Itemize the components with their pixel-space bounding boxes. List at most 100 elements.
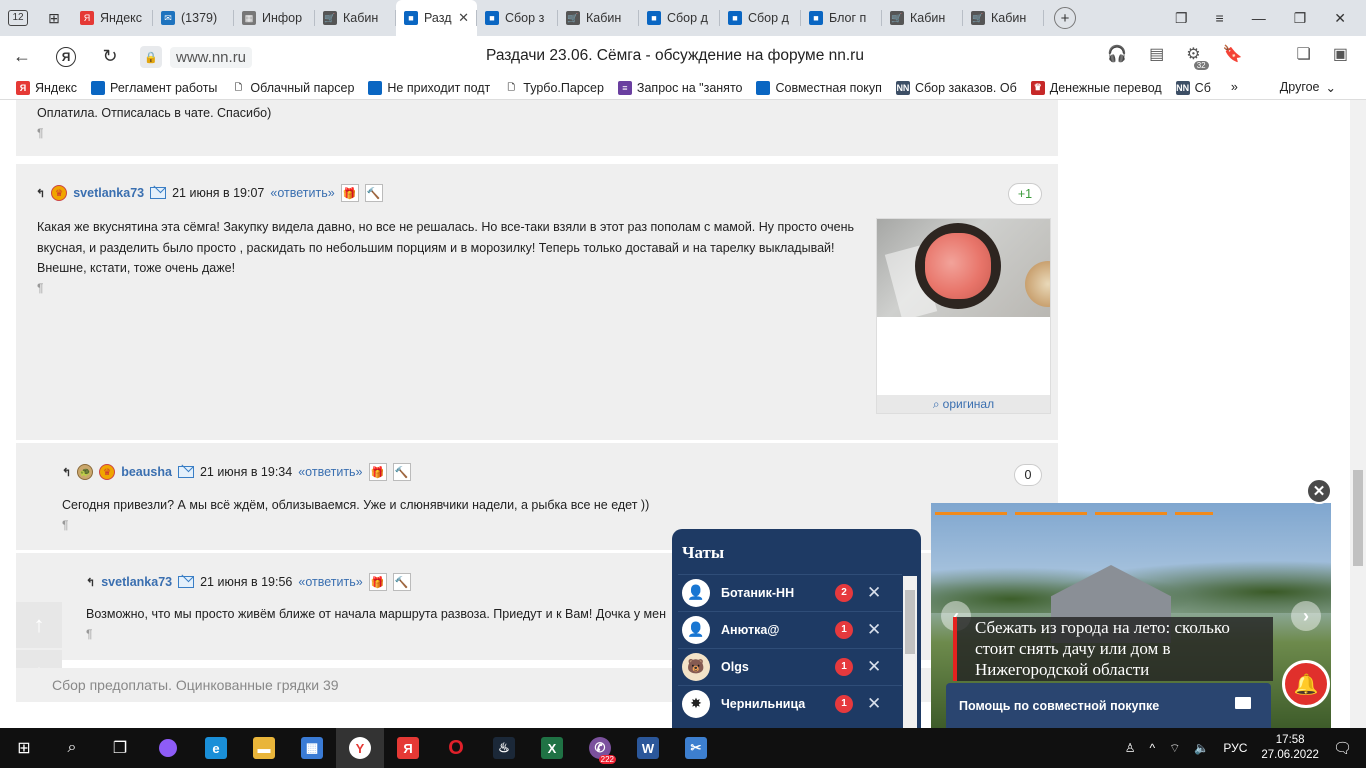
headphones-icon[interactable]: 🎧: [1107, 44, 1127, 64]
post-3-reply[interactable]: «ответить»: [298, 575, 362, 589]
post-2-rating[interactable]: 0: [1014, 464, 1042, 486]
tab-menu-icon[interactable]: ⊞: [36, 0, 72, 36]
tab-label[interactable]: Сбор з: [505, 11, 550, 25]
viber-icon[interactable]: ✆ 222: [576, 728, 624, 768]
close-icon[interactable]: ✕: [867, 583, 881, 603]
chevron-up-icon[interactable]: ^: [1149, 741, 1155, 755]
tab-label[interactable]: (1379): [181, 11, 226, 25]
screenshot-icon[interactable]: ▣: [1333, 44, 1348, 64]
chat-item[interactable]: 👤 Анютка@ 1 ✕: [678, 611, 902, 647]
url-text[interactable]: www.nn.ru: [170, 46, 253, 68]
tab-label[interactable]: Блог п: [829, 11, 874, 25]
gift-icon[interactable]: 🎁: [368, 573, 387, 591]
tab-0[interactable]: Я Яндекс: [72, 0, 153, 36]
new-tab-button[interactable]: +: [1054, 7, 1076, 29]
bookmark-label[interactable]: Совместная покуп: [775, 81, 881, 95]
yandex-icon[interactable]: Я: [384, 728, 432, 768]
tab-5[interactable]: ■ Сбор з: [477, 0, 558, 36]
other-bookmarks[interactable]: Другое: [1280, 80, 1320, 95]
original-link[interactable]: ⌕ оригинал: [877, 395, 1050, 413]
back-icon[interactable]: ←: [0, 46, 44, 67]
word-icon[interactable]: W: [624, 728, 672, 768]
bookmark-item[interactable]: Не приходит подт: [368, 80, 490, 95]
close-icon[interactable]: ✕: [867, 694, 881, 714]
edge-icon[interactable]: e: [192, 728, 240, 768]
reload-icon[interactable]: ↻: [88, 46, 132, 67]
explorer-icon[interactable]: ▬: [240, 728, 288, 768]
tab-label[interactable]: Кабин: [991, 11, 1036, 25]
reader-icon[interactable]: ▤: [1149, 44, 1164, 64]
bookmark-item[interactable]: ♛ Денежные перевод: [1030, 80, 1162, 95]
close-ad-icon[interactable]: ✕: [1306, 478, 1332, 504]
paragraph-mark[interactable]: ¶: [86, 627, 92, 641]
post-photo[interactable]: ⌕ оригинал: [876, 218, 1051, 414]
clock[interactable]: 17:58 27.06.2022: [1261, 733, 1319, 763]
salmon-photo[interactable]: [877, 219, 1050, 317]
bookmark-icon[interactable]: 🔖: [1223, 44, 1243, 64]
chevron-right-icon[interactable]: »: [1231, 80, 1238, 95]
bookmark-label[interactable]: Сб: [1195, 81, 1211, 95]
tab-3[interactable]: 🛒 Кабин: [315, 0, 396, 36]
bookmark-item[interactable]: ≡ Запрос на "занято: [617, 80, 742, 95]
post-2-author[interactable]: beausha: [121, 465, 172, 479]
bookmark-label[interactable]: Денежные перевод: [1050, 81, 1162, 95]
tab-10[interactable]: 🛒 Кабин: [882, 0, 963, 36]
tab-6[interactable]: 🛒 Кабин: [558, 0, 639, 36]
tab-8[interactable]: ■ Сбор д: [720, 0, 801, 36]
tab-label[interactable]: Сбор д: [748, 11, 793, 25]
bookmark-item[interactable]: 🗋 Турбо.Парсер: [504, 80, 604, 95]
bookmark-item[interactable]: 🗋 Облачный парсер: [231, 80, 354, 95]
mail-icon[interactable]: [150, 187, 167, 199]
post-2-reply[interactable]: «ответить»: [298, 465, 362, 479]
yandex-browser-icon[interactable]: Y: [336, 728, 384, 768]
bookmark-label[interactable]: Облачный парсер: [250, 81, 354, 95]
bookmark-item[interactable]: NN Сб: [1175, 80, 1211, 95]
post-1-rating[interactable]: +1: [1008, 183, 1042, 205]
bookmark-label[interactable]: Регламент работы: [110, 81, 217, 95]
tab-label[interactable]: Кабин: [586, 11, 631, 25]
tab-groups-icon[interactable]: ❐: [1175, 10, 1188, 27]
chats-scrollbar[interactable]: [903, 576, 917, 728]
bookmark-label[interactable]: Не приходит подт: [387, 81, 490, 95]
close-window-icon[interactable]: ✕: [1334, 10, 1346, 27]
tab-11[interactable]: 🛒 Кабин: [963, 0, 1044, 36]
mail-icon[interactable]: [178, 576, 195, 588]
post-1-reply[interactable]: «ответить»: [270, 186, 334, 200]
people-icon[interactable]: ♙: [1125, 741, 1136, 755]
chevron-right-icon[interactable]: ›: [1291, 601, 1321, 631]
bell-icon[interactable]: 🔔: [1282, 660, 1330, 708]
bookmarks-more[interactable]: » Другое ⌄: [1231, 80, 1336, 95]
language-indicator[interactable]: РУС: [1223, 741, 1247, 755]
alice-icon[interactable]: [144, 728, 192, 768]
minimize-icon[interactable]: —: [1252, 10, 1266, 26]
hammer-icon[interactable]: 🔨: [392, 573, 411, 591]
chat-item[interactable]: 👤 Ботаник-НН 2 ✕: [678, 574, 902, 610]
network-icon[interactable]: ⌔: [1169, 741, 1180, 756]
yandex-icon[interactable]: Я: [44, 45, 88, 67]
bookmark-item[interactable]: NN Сбор заказов. Об: [895, 80, 1017, 95]
reply-arrow-icon[interactable]: ↰: [62, 466, 71, 479]
store-icon[interactable]: ▦: [288, 728, 336, 768]
reply-arrow-icon[interactable]: ↰: [36, 187, 45, 200]
tab-1[interactable]: ✉ (1379): [153, 0, 234, 36]
windows-start-icon[interactable]: ⊞: [0, 728, 48, 768]
tab-9[interactable]: ■ Блог п: [801, 0, 882, 36]
close-icon[interactable]: ✕: [867, 657, 881, 677]
close-tab-icon[interactable]: ✕: [458, 10, 469, 26]
excel-icon[interactable]: X: [528, 728, 576, 768]
bookmark-item[interactable]: Регламент работы: [91, 80, 217, 95]
snipping-tool-icon[interactable]: ✂: [672, 728, 720, 768]
restore-icon[interactable]: ❐: [1294, 10, 1307, 27]
menu-icon[interactable]: ≡: [1216, 10, 1224, 26]
volume-icon[interactable]: 🔈: [1194, 741, 1209, 755]
chat-item[interactable]: 🐻 Olgs 1 ✕: [678, 648, 902, 684]
close-icon[interactable]: ✕: [867, 620, 881, 640]
lock-icon[interactable]: 🔒: [140, 46, 162, 68]
bookmark-label[interactable]: Яндекс: [35, 81, 77, 95]
tab-label[interactable]: Кабин: [910, 11, 955, 25]
post-1-author[interactable]: svetlanka73: [73, 186, 144, 200]
tab-label[interactable]: Кабин: [343, 11, 388, 25]
collections-icon[interactable]: ❏: [1297, 44, 1311, 64]
gift-icon[interactable]: 🎁: [368, 463, 387, 481]
post-3-author[interactable]: svetlanka73: [101, 575, 172, 589]
